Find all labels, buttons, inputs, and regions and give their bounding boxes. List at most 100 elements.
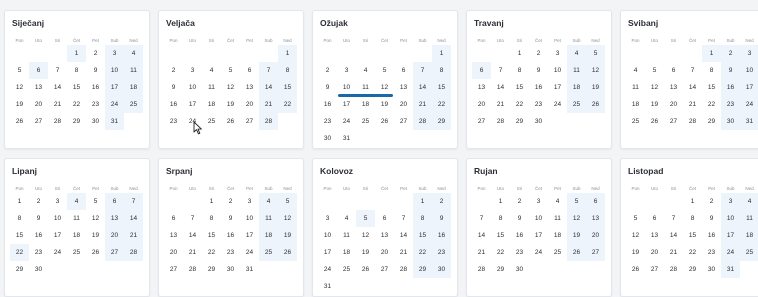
day-cell[interactable]: 3	[529, 193, 548, 210]
day-cell[interactable]: 2	[721, 45, 740, 62]
day-cell[interactable]: 23	[702, 244, 721, 261]
day-cell[interactable]: 3	[48, 193, 67, 210]
day-cell[interactable]: 12	[221, 79, 240, 96]
day-cell[interactable]: 17	[48, 227, 67, 244]
day-cell[interactable]: 28	[259, 113, 278, 130]
day-cell[interactable]: 7	[664, 210, 683, 227]
day-cell[interactable]: 11	[337, 227, 356, 244]
day-cell[interactable]: 25	[202, 113, 221, 130]
day-cell[interactable]: 3	[105, 45, 124, 62]
day-cell[interactable]: 1	[278, 45, 297, 62]
day-cell[interactable]: 23	[86, 96, 105, 113]
day-cell[interactable]: 2	[29, 193, 48, 210]
day-cell[interactable]: 26	[278, 244, 297, 261]
day-cell[interactable]: 15	[432, 79, 451, 96]
day-cell[interactable]: 17	[183, 96, 202, 113]
day-cell[interactable]: 20	[586, 227, 605, 244]
day-cell[interactable]: 7	[413, 62, 432, 79]
day-cell[interactable]: 16	[702, 227, 721, 244]
day-cell[interactable]: 16	[432, 227, 451, 244]
day-cell[interactable]: 19	[375, 96, 394, 113]
day-cell[interactable]: 28	[683, 113, 702, 130]
day-cell[interactable]: 31	[721, 261, 740, 278]
day-cell[interactable]: 16	[318, 96, 337, 113]
day-cell[interactable]: 18	[259, 227, 278, 244]
day-cell[interactable]: 8	[10, 210, 29, 227]
day-cell[interactable]: 22	[683, 244, 702, 261]
day-cell[interactable]: 7	[472, 210, 491, 227]
day-cell[interactable]: 11	[567, 62, 586, 79]
day-cell[interactable]: 11	[124, 62, 143, 79]
day-cell[interactable]: 23	[29, 244, 48, 261]
day-cell[interactable]: 21	[259, 96, 278, 113]
day-cell[interactable]: 1	[202, 193, 221, 210]
day-cell[interactable]: 13	[472, 79, 491, 96]
day-cell[interactable]: 29	[702, 113, 721, 130]
day-cell[interactable]: 28	[48, 113, 67, 130]
day-cell[interactable]: 30	[221, 261, 240, 278]
day-cell[interactable]: 20	[664, 96, 683, 113]
day-cell[interactable]: 16	[164, 96, 183, 113]
day-cell[interactable]: 19	[356, 244, 375, 261]
day-cell[interactable]: 14	[413, 79, 432, 96]
day-cell[interactable]: 10	[183, 79, 202, 96]
day-cell[interactable]: 13	[586, 210, 605, 227]
day-cell[interactable]: 1	[67, 45, 86, 62]
day-cell[interactable]: 29	[67, 113, 86, 130]
day-cell[interactable]: 19	[586, 79, 605, 96]
day-cell[interactable]: 10	[721, 210, 740, 227]
day-cell[interactable]: 13	[105, 210, 124, 227]
day-cell[interactable]: 11	[202, 79, 221, 96]
day-cell[interactable]: 8	[432, 62, 451, 79]
day-cell[interactable]: 17	[240, 227, 259, 244]
day-cell[interactable]: 26	[221, 113, 240, 130]
day-cell[interactable]: 8	[202, 210, 221, 227]
day-cell[interactable]: 6	[645, 210, 664, 227]
day-cell[interactable]: 2	[529, 45, 548, 62]
day-cell[interactable]: 6	[29, 62, 48, 79]
day-cell[interactable]: 27	[105, 244, 124, 261]
day-cell[interactable]: 21	[472, 244, 491, 261]
day-cell[interactable]: 29	[491, 261, 510, 278]
day-cell[interactable]: 31	[105, 113, 124, 130]
day-cell[interactable]: 18	[67, 227, 86, 244]
day-cell[interactable]: 27	[375, 261, 394, 278]
day-cell[interactable]: 7	[394, 210, 413, 227]
day-cell[interactable]: 12	[626, 227, 645, 244]
day-cell[interactable]: 21	[124, 227, 143, 244]
day-cell[interactable]: 20	[375, 244, 394, 261]
day-cell[interactable]: 18	[356, 96, 375, 113]
day-cell[interactable]: 21	[48, 96, 67, 113]
day-cell[interactable]: 28	[664, 261, 683, 278]
day-cell[interactable]: 2	[86, 45, 105, 62]
day-cell[interactable]: 20	[29, 96, 48, 113]
day-cell[interactable]: 10	[105, 62, 124, 79]
day-cell[interactable]: 5	[567, 193, 586, 210]
day-cell[interactable]: 19	[10, 96, 29, 113]
day-cell[interactable]: 3	[240, 193, 259, 210]
day-cell[interactable]: 17	[337, 96, 356, 113]
day-cell[interactable]: 16	[221, 227, 240, 244]
day-cell[interactable]: 30	[318, 130, 337, 147]
day-cell[interactable]: 7	[683, 62, 702, 79]
day-cell[interactable]: 6	[375, 210, 394, 227]
day-cell[interactable]: 15	[702, 79, 721, 96]
day-cell[interactable]: 30	[721, 113, 740, 130]
day-cell[interactable]: 22	[491, 244, 510, 261]
day-cell[interactable]: 18	[626, 96, 645, 113]
day-cell[interactable]: 9	[221, 210, 240, 227]
day-cell[interactable]: 22	[432, 96, 451, 113]
day-cell[interactable]: 21	[683, 96, 702, 113]
day-cell[interactable]: 16	[29, 227, 48, 244]
day-cell[interactable]: 7	[48, 62, 67, 79]
day-cell[interactable]: 25	[626, 113, 645, 130]
day-cell[interactable]: 27	[394, 113, 413, 130]
day-cell[interactable]: 22	[10, 244, 29, 261]
day-cell[interactable]: 21	[664, 244, 683, 261]
day-cell[interactable]: 3	[337, 62, 356, 79]
day-cell[interactable]: 30	[29, 261, 48, 278]
day-cell[interactable]: 2	[702, 193, 721, 210]
day-cell[interactable]: 25	[567, 96, 586, 113]
day-cell[interactable]: 31	[740, 113, 758, 130]
day-cell[interactable]: 17	[105, 79, 124, 96]
